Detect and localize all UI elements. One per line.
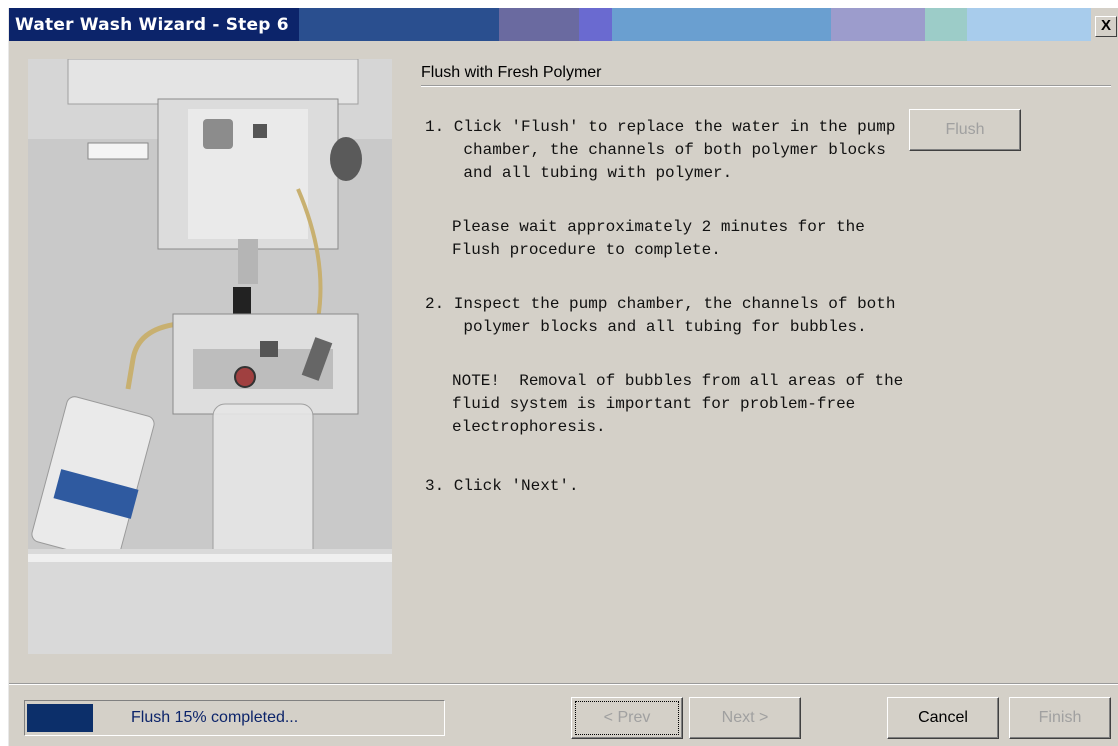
focus-indicator <box>575 701 679 735</box>
instruction-step-3: 3. Click 'Next'. <box>425 477 579 495</box>
instruction-step-2: 2. Inspect the pump chamber, the channel… <box>425 295 896 336</box>
title-bar[interactable]: Water Wash Wizard - Step 6 X <box>9 8 1118 41</box>
footer-divider <box>9 683 1118 685</box>
pump-photo-illustration <box>28 59 392 654</box>
cancel-button[interactable]: Cancel <box>887 697 999 739</box>
heading-divider <box>421 85 1111 87</box>
instrument-photo <box>28 59 392 654</box>
instruction-wait-note: Please wait approximately 2 minutes for … <box>452 218 865 259</box>
wizard-dialog: Water Wash Wizard - Step 6 X Flush with … <box>8 8 1118 746</box>
status-text: Flush 15% completed... <box>131 709 299 726</box>
close-button[interactable]: X <box>1095 16 1117 37</box>
status-bar: Flush 15% completed... <box>24 700 445 736</box>
progress-fill <box>27 704 93 732</box>
prev-button[interactable]: < Prev <box>571 697 683 739</box>
instruction-bubble-note: NOTE! Removal of bubbles from all areas … <box>452 372 904 436</box>
window-title: Water Wash Wizard - Step 6 <box>15 15 289 35</box>
flush-button[interactable]: Flush <box>909 109 1021 151</box>
next-button[interactable]: Next > <box>689 697 801 739</box>
step-heading: Flush with Fresh Polymer <box>421 64 602 81</box>
close-icon: X <box>1100 17 1111 34</box>
finish-button[interactable]: Finish <box>1009 697 1111 739</box>
instruction-step-1: 1. Click 'Flush' to replace the water in… <box>425 118 896 182</box>
